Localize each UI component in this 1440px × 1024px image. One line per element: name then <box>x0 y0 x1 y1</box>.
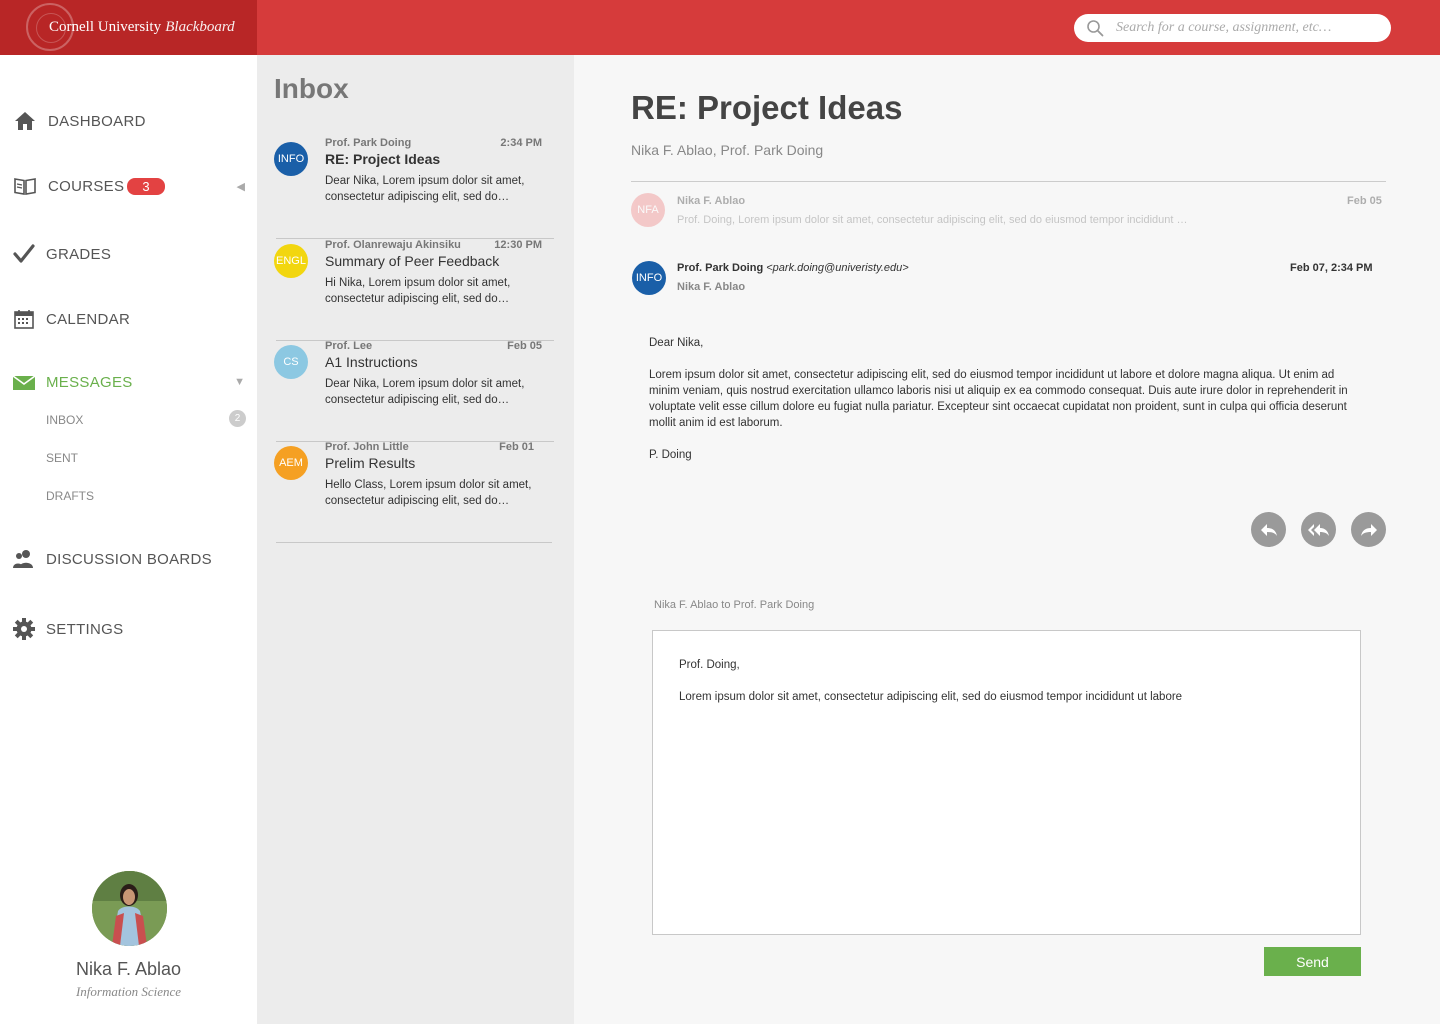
nav-grades[interactable]: GRADES <box>0 234 257 274</box>
open-date: Feb 07, 2:34 PM <box>1290 262 1373 274</box>
message-item[interactable]: INFO Prof. Park Doing 2:34 PM RE: Projec… <box>274 137 554 239</box>
brand-product: Blackboard <box>165 19 235 35</box>
message-preview: Hi Nika, Lorem ipsum dolor sit amet, con… <box>325 277 511 305</box>
search-icon <box>1087 20 1104 37</box>
message-pane: RE: Project Ideas Nika F. Ablao, Prof. P… <box>574 55 1440 1024</box>
nav-messages[interactable]: MESSAGES ▼ <box>0 362 257 402</box>
reply-all-icon <box>1307 523 1329 536</box>
calendar-icon <box>14 310 34 329</box>
forward-button[interactable] <box>1351 512 1386 547</box>
message-subject: Prelim Results <box>325 455 416 471</box>
course-tag-circle: INFO <box>274 142 308 176</box>
message-body: Dear Nika, Lorem ipsum dolor sit amet, c… <box>649 335 1359 479</box>
book-icon <box>14 178 36 195</box>
message-item[interactable]: ENGL Prof. Olanrewaju Akinsiku 12:30 PM … <box>274 239 554 341</box>
user-department: Information Science <box>75 984 182 999</box>
nav-courses-label: COURSES <box>48 177 125 195</box>
collapsed-preview: Prof. Doing, Lorem ipsum dolor sit amet,… <box>677 214 1188 226</box>
body-paragraph: Lorem ipsum dolor sit amet, consectetur … <box>649 369 1348 429</box>
sender-email[interactable]: <park.doing@univeristy.edu> <box>766 262 908 274</box>
message-subject: RE: Project Ideas <box>325 151 441 167</box>
reply-header: Nika F. Ablao to Prof. Park Doing <box>654 599 815 611</box>
message-preview: Dear Nika, Lorem ipsum dolor sit amet, c… <box>325 175 525 203</box>
course-tag-circle: AEM <box>274 446 308 480</box>
reply-icon <box>1260 523 1277 536</box>
course-tag-circle: CS <box>274 345 308 379</box>
inbox-panel: Inbox INFO Prof. Park Doing 2:34 PM RE: … <box>257 55 574 1024</box>
search-input[interactable] <box>1116 18 1376 38</box>
divider <box>276 542 552 543</box>
thread-subject: RE: Project Ideas <box>631 89 903 126</box>
body-signature: P. Doing <box>649 449 692 461</box>
brand-name: Cornell University Blackboard <box>49 18 235 36</box>
message-item[interactable]: AEM Prof. John Little Feb 01 Prelim Resu… <box>274 441 554 543</box>
nav-calendar-label: CALENDAR <box>46 310 131 328</box>
nav-dashboard[interactable]: DASHBOARD <box>0 101 257 141</box>
envelope-icon <box>12 375 36 390</box>
message-preview: Dear Nika, Lorem ipsum dolor sit amet, c… <box>325 378 525 406</box>
message-preview: Hello Class, Lorem ipsum dolor sit amet,… <box>325 479 532 507</box>
nav-discussion-boards[interactable]: DISCUSSION BOARDS <box>0 539 257 579</box>
course-tag-circle: ENGL <box>274 244 308 278</box>
sender-tag-circle: INFO <box>632 261 666 295</box>
collapsed-date: Feb 05 <box>1347 195 1382 207</box>
recipient: Nika F. Ablao <box>677 281 746 293</box>
nav-calendar[interactable]: CALENDAR <box>0 299 257 339</box>
divider <box>631 181 1386 182</box>
reply-button[interactable] <box>1251 512 1286 547</box>
nav-sent[interactable]: SENT <box>46 451 78 465</box>
message-subject: A1 Instructions <box>325 354 418 370</box>
message-sender: Prof. Lee <box>325 340 373 352</box>
sender-name: Prof. Park Doing <box>677 262 764 274</box>
forward-icon <box>1360 523 1377 536</box>
message-time: 12:30 PM <box>494 239 542 251</box>
sidebar: DASHBOARD COURSES ◀ 3 GRADES CALENDAR ME… <box>0 55 257 1024</box>
expand-arrow-icon[interactable]: ▼ <box>234 376 245 388</box>
nav-dashboard-label: DASHBOARD <box>48 112 146 130</box>
message-sender: Prof. Park Doing <box>325 137 412 149</box>
body-greeting: Dear Nika, <box>649 337 704 349</box>
search-box[interactable] <box>1074 14 1391 42</box>
gear-icon <box>13 618 35 640</box>
nav-discussion-boards-label: DISCUSSION BOARDS <box>46 550 212 568</box>
home-icon <box>15 112 35 130</box>
message-item[interactable]: CS Prof. Lee Feb 05 A1 Instructions Dear… <box>274 340 554 442</box>
checkmark-icon <box>13 244 35 263</box>
thread-participants: Nika F. Ablao, Prof. Park Doing <box>631 142 824 158</box>
message-time: 2:34 PM <box>500 137 542 149</box>
collapsed-sender: Nika F. Ablao <box>677 195 746 207</box>
top-bar: Cornell University Blackboard <box>0 0 1440 55</box>
courses-count-badge: 3 <box>127 178 165 195</box>
inbox-count-badge: 2 <box>229 410 246 427</box>
reply-textarea[interactable]: Prof. Doing, Lorem ipsum dolor sit amet,… <box>679 657 1329 917</box>
nav-messages-label: MESSAGES <box>46 373 133 391</box>
reply-all-button[interactable] <box>1301 512 1336 547</box>
message-sender: Prof. John Little <box>325 441 409 453</box>
reply-composer[interactable]: Prof. Doing, Lorem ipsum dolor sit amet,… <box>652 630 1361 935</box>
collapse-arrow-icon[interactable]: ◀ <box>237 180 245 193</box>
open-sender: Prof. Park Doing <park.doing@univeristy.… <box>677 262 909 274</box>
nav-settings-label: SETTINGS <box>46 620 124 638</box>
message-subject: Summary of Peer Feedback <box>325 253 500 269</box>
nav-drafts[interactable]: DRAFTS <box>46 489 94 503</box>
nav-settings[interactable]: SETTINGS <box>0 609 257 649</box>
people-icon <box>13 550 33 568</box>
inbox-title: Inbox <box>274 73 349 104</box>
message-time: Feb 01 <box>499 441 534 453</box>
avatar[interactable] <box>92 871 167 946</box>
message-time: Feb 05 <box>507 340 542 352</box>
profile-photo <box>92 871 167 946</box>
send-button[interactable]: Send <box>1264 947 1361 976</box>
message-sender: Prof. Olanrewaju Akinsiku <box>325 239 461 251</box>
brand-university: Cornell University <box>49 19 162 35</box>
sender-tag-circle: NFA <box>631 193 665 227</box>
nav-grades-label: GRADES <box>46 245 112 263</box>
user-name: Nika F. Ablao <box>75 959 182 979</box>
nav-inbox[interactable]: INBOX <box>46 413 83 427</box>
logo[interactable]: Cornell University Blackboard <box>0 0 257 55</box>
